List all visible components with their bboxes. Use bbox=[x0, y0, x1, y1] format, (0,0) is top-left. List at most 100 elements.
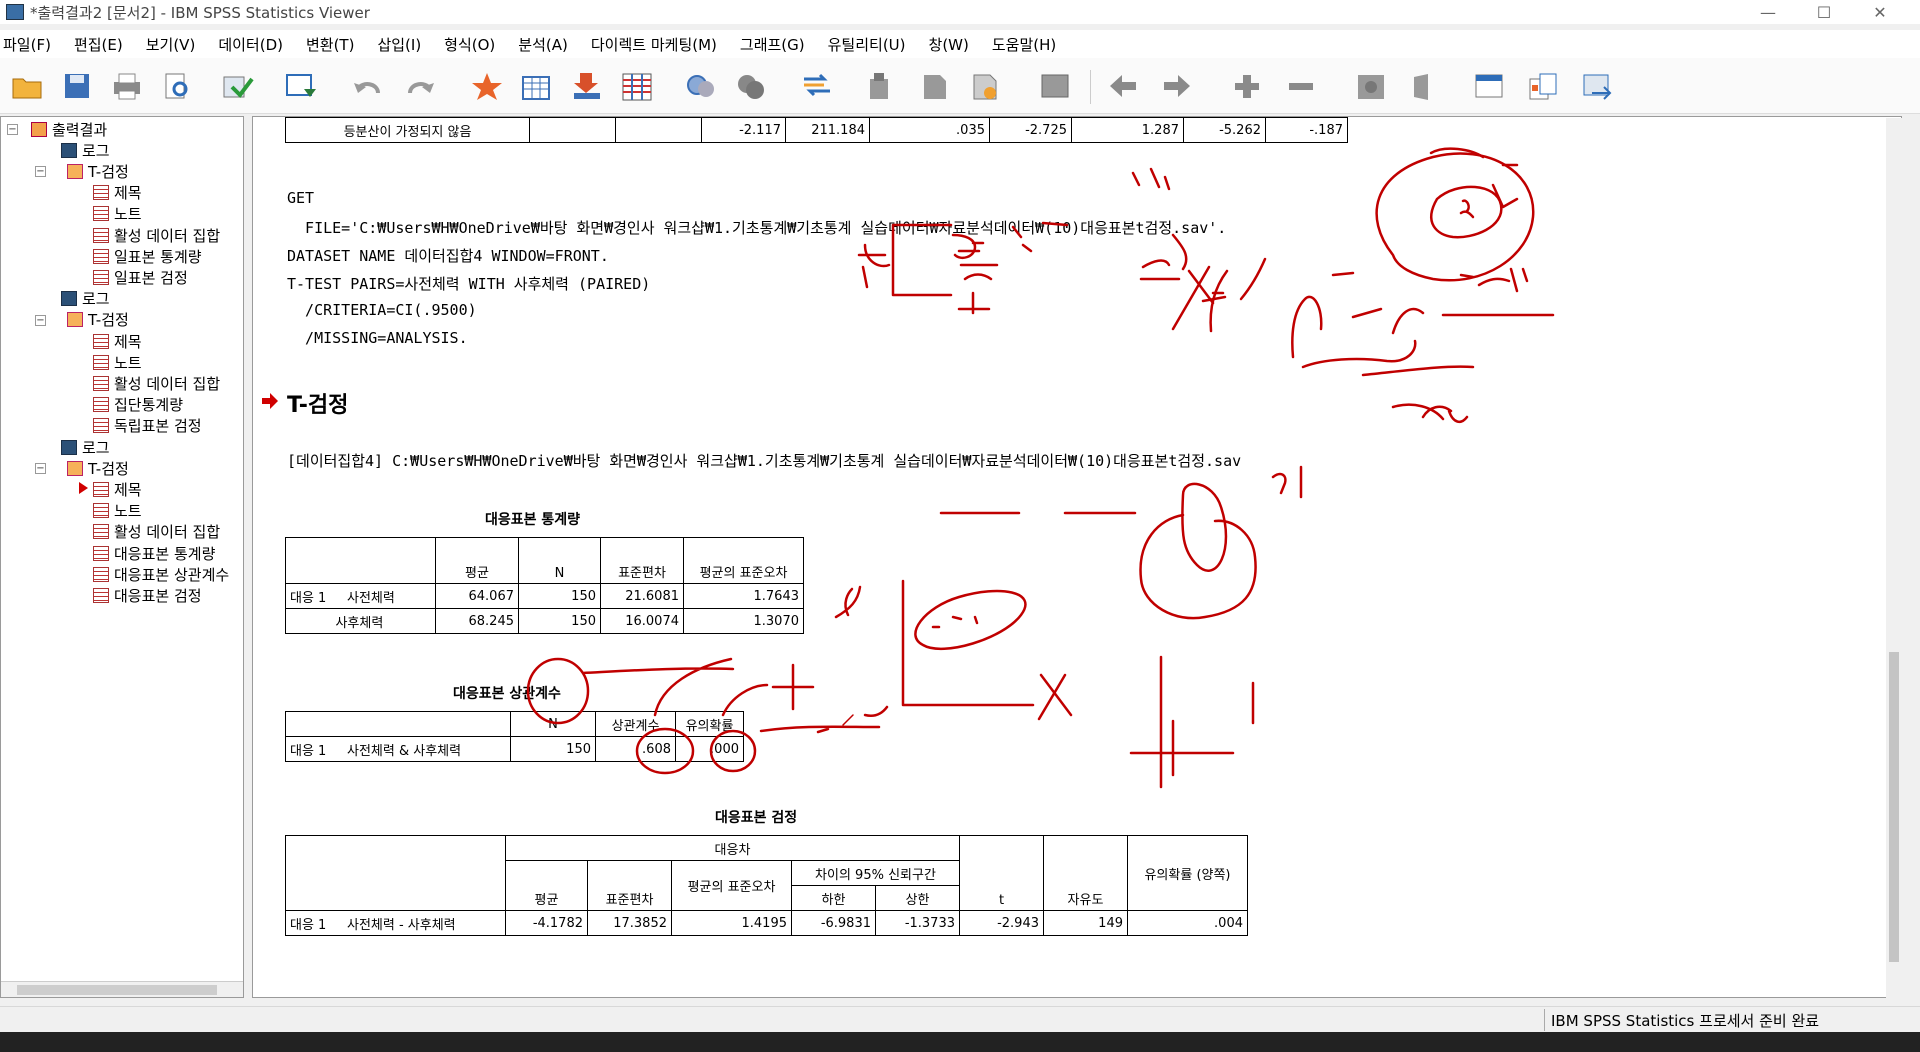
collapse-icon[interactable] bbox=[1282, 68, 1320, 104]
stats-table-title: 대응표본 통계량 bbox=[485, 512, 581, 528]
export-icon[interactable] bbox=[218, 68, 256, 104]
collapse-toggle-icon[interactable]: − bbox=[35, 166, 46, 178]
outline-item[interactable]: 활성 데이터 집합 bbox=[93, 373, 220, 393]
output-vertical-scrollbar[interactable] bbox=[1886, 118, 1902, 998]
outline-item[interactable]: 일표본 통계량 bbox=[93, 246, 202, 266]
menu-transform[interactable]: 변환(T) bbox=[303, 34, 362, 55]
outline-item[interactable]: 노트 bbox=[93, 204, 142, 224]
weight-cases-icon[interactable] bbox=[798, 68, 836, 104]
menu-edit[interactable]: 편집(E) bbox=[71, 34, 131, 55]
outline-item[interactable]: 일표본 검정 bbox=[93, 267, 188, 287]
outline-item[interactable]: 출력결과 bbox=[31, 119, 107, 139]
value-labels-icon[interactable] bbox=[916, 68, 954, 104]
menu-window[interactable]: 창(W) bbox=[926, 34, 977, 55]
outline-item[interactable]: 독립표본 검정 bbox=[93, 416, 202, 436]
outline-item[interactable]: 대응표본 상관계수 bbox=[93, 564, 229, 584]
outline-item[interactable]: 로그 bbox=[61, 289, 110, 309]
scroll-thumb[interactable] bbox=[1889, 652, 1899, 962]
show-icon[interactable] bbox=[1352, 68, 1390, 104]
outline-item[interactable]: 제목 bbox=[93, 331, 142, 351]
goto-data-icon[interactable] bbox=[468, 68, 506, 104]
column-header: 평균의 표준오차 bbox=[683, 537, 804, 584]
table-icon bbox=[93, 333, 109, 349]
outline-item[interactable]: T-검정 bbox=[67, 310, 129, 330]
outline-item[interactable]: 활성 데이터 집합 bbox=[93, 522, 220, 542]
goto-variable-icon[interactable] bbox=[568, 68, 606, 104]
column-header: 상관계수 bbox=[595, 711, 676, 737]
menu-format[interactable]: 형식(O) bbox=[441, 34, 503, 55]
table-cell: -2.943 bbox=[959, 910, 1044, 936]
goto-case-icon[interactable] bbox=[518, 68, 556, 104]
insert-text-icon[interactable] bbox=[1578, 68, 1616, 104]
table-icon bbox=[93, 503, 109, 519]
split-file-icon[interactable] bbox=[862, 68, 900, 104]
variables-icon[interactable] bbox=[618, 68, 656, 104]
demote-icon[interactable] bbox=[1104, 68, 1142, 104]
outline-item[interactable]: 집단통계량 bbox=[93, 395, 183, 415]
menu-view[interactable]: 보기(V) bbox=[143, 34, 204, 55]
column-header: 평균의 표준오차 bbox=[671, 860, 792, 911]
ttest-icon bbox=[67, 460, 83, 476]
maximize-icon[interactable]: ☐ bbox=[1796, 0, 1852, 24]
print-icon[interactable] bbox=[108, 68, 146, 104]
insert-heading-icon[interactable] bbox=[1470, 68, 1508, 104]
collapse-toggle-icon[interactable]: − bbox=[35, 463, 46, 475]
menu-help[interactable]: 도움말(H) bbox=[989, 34, 1064, 55]
table-icon bbox=[93, 354, 109, 370]
table-cell bbox=[529, 117, 616, 143]
paired-test-table[interactable]: 대응차 t 자유도 유의확률 (양쪽) 평균 표준편차 평균의 표준오차 차이의… bbox=[285, 835, 1248, 936]
outline-item[interactable]: 대응표본 검정 bbox=[93, 585, 202, 605]
outline-item-label: 집단통계량 bbox=[114, 396, 184, 415]
designate-window-icon[interactable] bbox=[682, 68, 720, 104]
close-icon[interactable]: ✕ bbox=[1852, 0, 1908, 24]
table-icon bbox=[93, 418, 109, 434]
outline-item[interactable]: 노트 bbox=[93, 352, 142, 372]
minimize-icon[interactable]: — bbox=[1740, 0, 1796, 24]
print-preview-icon[interactable] bbox=[158, 68, 196, 104]
menu-utilities[interactable]: 유틸리티(U) bbox=[825, 34, 914, 55]
table-cell: 149 bbox=[1043, 910, 1128, 936]
outline-item[interactable]: 로그 bbox=[61, 140, 110, 160]
pair-label: 대응 1 bbox=[290, 917, 327, 933]
outline-item[interactable]: 제목 bbox=[93, 479, 142, 499]
undo-icon[interactable] bbox=[348, 68, 386, 104]
collapse-toggle-icon[interactable]: − bbox=[35, 314, 46, 326]
script-icon[interactable] bbox=[966, 68, 1004, 104]
table-cell bbox=[615, 117, 702, 143]
section-heading[interactable]: T-검정 bbox=[287, 387, 348, 419]
open-icon[interactable] bbox=[8, 68, 46, 104]
outline-item[interactable]: T-검정 bbox=[67, 458, 129, 478]
save-icon[interactable] bbox=[58, 68, 96, 104]
menu-data[interactable]: 데이터(D) bbox=[215, 34, 291, 55]
menu-analyze[interactable]: 분석(A) bbox=[515, 34, 576, 55]
outline-item-label: 제목 bbox=[114, 332, 142, 351]
table-cell: 1.7643 bbox=[683, 583, 804, 609]
promote-icon[interactable] bbox=[1158, 68, 1196, 104]
select-cases-icon[interactable] bbox=[732, 68, 770, 104]
menu-insert[interactable]: 삽입(I) bbox=[374, 34, 429, 55]
outline-horizontal-scrollbar[interactable] bbox=[1, 981, 243, 997]
variable-label: 사전체력 bbox=[347, 590, 395, 606]
menu-direct-marketing[interactable]: 다이렉트 마케팅(M) bbox=[588, 34, 725, 55]
outline-item[interactable]: 로그 bbox=[61, 437, 110, 457]
outline-item[interactable]: 대응표본 통계량 bbox=[93, 543, 215, 563]
syntax-line: DATASET NAME 데이터집합4 WINDOW=FRONT. bbox=[287, 247, 609, 265]
hide-icon[interactable] bbox=[1406, 68, 1444, 104]
collapse-toggle-icon[interactable]: − bbox=[7, 124, 18, 135]
paired-stats-table[interactable]: 평균 N 표준편차 평균의 표준오차 대응 1 사전체력 64.067 150 … bbox=[285, 537, 804, 634]
column-header: 평균 bbox=[505, 860, 588, 911]
recall-dialog-icon[interactable] bbox=[282, 68, 320, 104]
outline-item[interactable]: T-검정 bbox=[67, 161, 129, 181]
menu-graphs[interactable]: 그래프(G) bbox=[737, 34, 813, 55]
outline-item[interactable]: 노트 bbox=[93, 501, 142, 521]
expand-icon[interactable] bbox=[1228, 68, 1266, 104]
pane-splitter[interactable] bbox=[244, 116, 252, 998]
menu-file[interactable]: 파일(F) bbox=[0, 34, 59, 55]
show-all-icon[interactable] bbox=[1036, 68, 1074, 104]
redo-icon[interactable] bbox=[402, 68, 440, 104]
paired-corr-table[interactable]: N 상관계수 유의확률 대응 1 사전체력 & 사후체력 150 .608 .0… bbox=[285, 711, 744, 762]
outline-item[interactable]: 제목 bbox=[93, 183, 142, 203]
outline-item[interactable]: 활성 데이터 집합 bbox=[93, 225, 220, 245]
insert-title-icon[interactable] bbox=[1524, 68, 1562, 104]
log-icon bbox=[61, 142, 77, 158]
